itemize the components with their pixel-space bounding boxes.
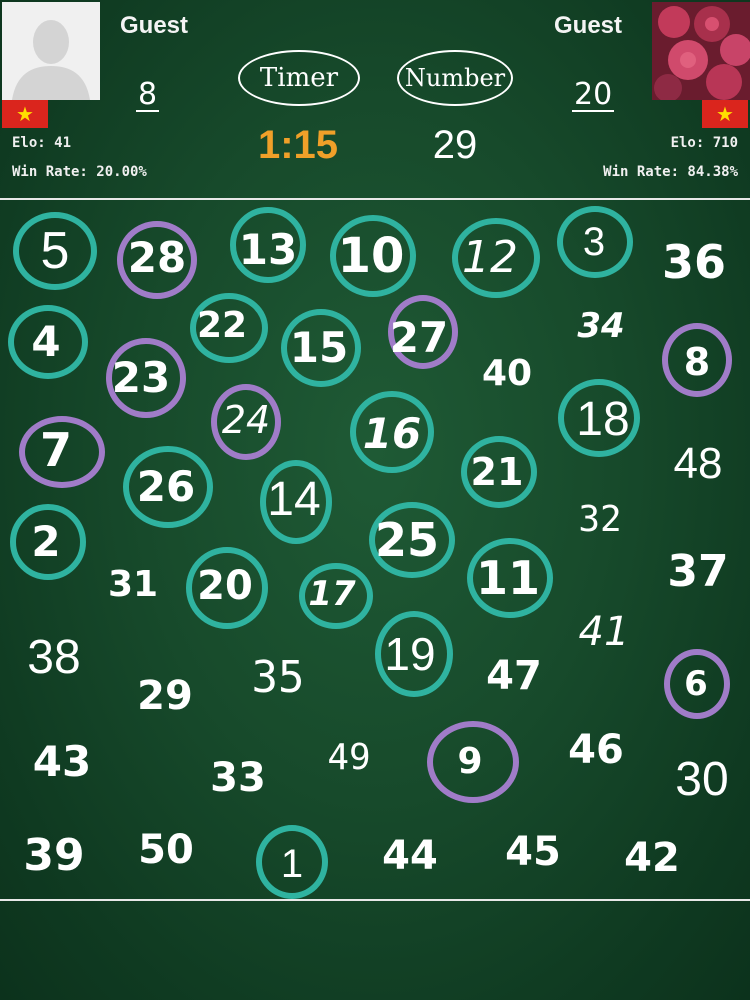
number-9[interactable]: 9 — [457, 744, 482, 780]
number-20[interactable]: 20 — [197, 566, 253, 606]
number-27[interactable]: 27 — [390, 317, 448, 359]
right-player-win-rate: Win Rate: 84.38% — [603, 164, 738, 180]
timer-countdown: 1:15 — [257, 123, 339, 167]
number-31[interactable]: 31 — [108, 567, 158, 603]
number-13[interactable]: 13 — [239, 229, 297, 271]
number-5[interactable]: 5 — [41, 225, 70, 277]
number-37[interactable]: 37 — [667, 550, 728, 594]
number-11[interactable]: 11 — [476, 555, 540, 601]
number-19[interactable]: 19 — [384, 631, 435, 677]
number-8[interactable]: 8 — [684, 343, 710, 381]
number-button[interactable]: Number — [397, 50, 513, 106]
number-35[interactable]: 35 — [252, 656, 305, 700]
number-18[interactable]: 18 — [576, 396, 629, 444]
number-28[interactable]: 28 — [128, 237, 186, 279]
roses-photo-icon — [652, 2, 750, 100]
number-38[interactable]: 38 — [27, 634, 80, 682]
number-22[interactable]: 22 — [197, 308, 247, 344]
number-42[interactable]: 42 — [624, 838, 680, 878]
number-47[interactable]: 47 — [486, 656, 542, 696]
number-44[interactable]: 44 — [382, 836, 438, 876]
number-41[interactable]: 41 — [579, 612, 630, 652]
number-30[interactable]: 30 — [675, 756, 728, 804]
number-12[interactable]: 12 — [462, 236, 518, 280]
number-4[interactable]: 4 — [31, 321, 60, 363]
number-36[interactable]: 36 — [662, 239, 726, 285]
board-top-divider — [0, 198, 750, 200]
right-player-avatar — [652, 2, 750, 100]
vietnam-flag-icon: ★ — [2, 100, 48, 128]
default-person-icon — [2, 2, 100, 100]
number-17[interactable]: 17 — [308, 577, 355, 611]
number-48[interactable]: 48 — [674, 442, 723, 486]
number-46[interactable]: 46 — [568, 730, 624, 770]
left-player-win-rate: Win Rate: 20.00% — [12, 164, 147, 180]
number-7[interactable]: 7 — [40, 427, 72, 473]
number-2[interactable]: 2 — [31, 521, 60, 563]
number-21[interactable]: 21 — [471, 453, 524, 491]
number-43[interactable]: 43 — [33, 741, 91, 783]
number-45[interactable]: 45 — [505, 832, 561, 872]
vietnam-flag-icon: ★ — [702, 100, 748, 128]
right-player-score: 20 — [572, 77, 615, 112]
number-40[interactable]: 40 — [482, 356, 532, 392]
number-3[interactable]: 3 — [583, 222, 605, 262]
number-49[interactable]: 49 — [327, 740, 370, 776]
number-34[interactable]: 34 — [577, 309, 624, 343]
number-6[interactable]: 6 — [684, 667, 708, 701]
number-15[interactable]: 15 — [290, 327, 348, 369]
board-bottom-divider — [0, 899, 750, 901]
number-10[interactable]: 10 — [338, 232, 405, 280]
left-player-avatar — [2, 2, 100, 100]
right-player-elo: Elo: 710 — [670, 135, 738, 151]
number-23[interactable]: 23 — [112, 357, 170, 399]
number-14[interactable]: 14 — [267, 476, 320, 524]
current-target-number: 29 — [432, 123, 478, 167]
right-player-name: Guest — [554, 12, 623, 39]
number-26[interactable]: 26 — [137, 466, 195, 508]
number-24[interactable]: 24 — [222, 401, 270, 439]
number-25[interactable]: 25 — [375, 517, 439, 563]
left-player-name: Guest — [120, 12, 189, 39]
number-32[interactable]: 32 — [578, 502, 621, 538]
number-16[interactable]: 16 — [363, 413, 421, 455]
number-33[interactable]: 33 — [210, 758, 266, 798]
number-39[interactable]: 39 — [23, 834, 84, 878]
number-1[interactable]: 1 — [281, 844, 303, 884]
left-player-elo: Elo: 41 — [12, 135, 72, 151]
number-29[interactable]: 29 — [137, 676, 193, 716]
left-player-score: 8 — [136, 77, 160, 112]
number-50[interactable]: 50 — [138, 830, 194, 870]
timer-button[interactable]: Timer — [238, 50, 360, 106]
game-header: ★ Guest 8 Elo: 41 Win Rate: 20.00% ★ Gue… — [0, 0, 750, 198]
